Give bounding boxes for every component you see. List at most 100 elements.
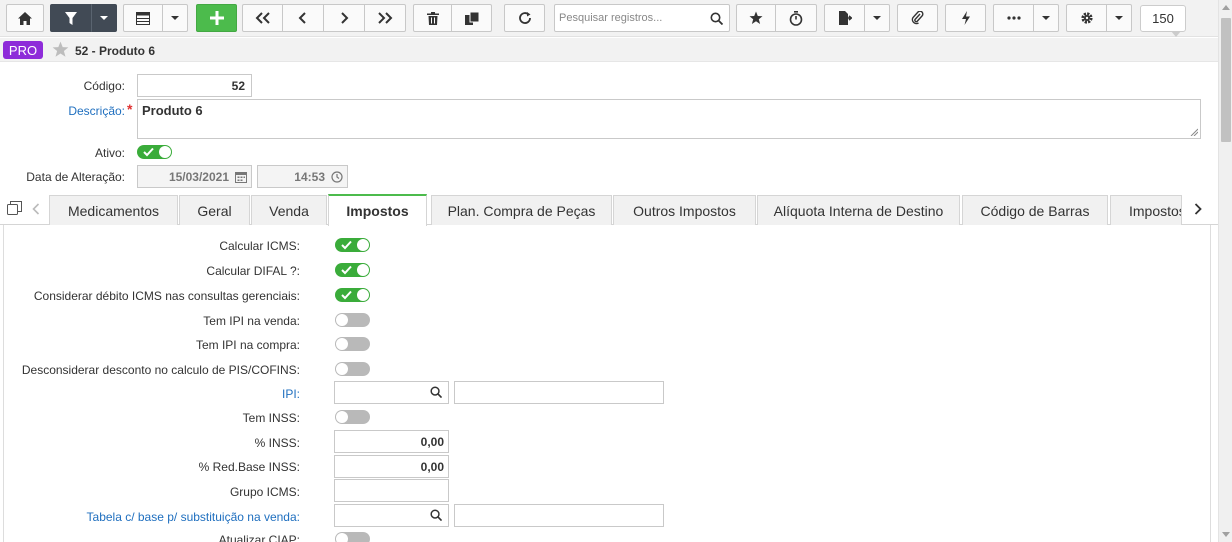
tab-scroll-right-icon[interactable]	[1194, 203, 1202, 215]
grupo-icms-field[interactable]	[334, 479, 449, 502]
settings-dropdown-button[interactable]	[1107, 4, 1132, 32]
tab-outros-impostos[interactable]: Outros Impostos	[613, 195, 756, 225]
settings-button[interactable]	[1066, 4, 1107, 32]
scroll-up-arrow-icon[interactable]	[1222, 5, 1230, 10]
tab-geral[interactable]: Geral	[179, 195, 250, 225]
favorite-star-icon[interactable]	[52, 41, 69, 58]
tab-impostos[interactable]: Impostos	[328, 194, 427, 226]
more-options-button[interactable]	[993, 4, 1034, 32]
tab-medicamentos[interactable]: Medicamentos	[49, 195, 178, 225]
toolbar: 150	[0, 0, 1218, 37]
tab-codigo-barras[interactable]: Código de Barras	[962, 195, 1108, 225]
export-button[interactable]	[824, 4, 865, 32]
tabela-base-substituicao-label[interactable]: Tabela c/ base p/ substituição na venda:	[87, 510, 300, 524]
home-button[interactable]	[6, 4, 44, 32]
calcular-difal-toggle[interactable]	[335, 263, 370, 277]
pct-inss-value: 0,00	[420, 435, 444, 449]
more-options-dropdown-button[interactable]	[1034, 4, 1059, 32]
pct-red-base-inss-field[interactable]: 0,00	[334, 455, 449, 478]
data-alteracao-date-value: 15/03/2021	[168, 170, 229, 184]
previous-record-button[interactable]	[283, 4, 324, 32]
pct-inss-field[interactable]: 0,00	[334, 430, 449, 453]
module-badge: PRO	[3, 41, 43, 59]
attachments-button[interactable]	[897, 4, 938, 32]
tab-scroll-left-icon[interactable]	[32, 203, 40, 215]
ipi-lookup-field[interactable]	[334, 381, 449, 404]
tem-ipi-venda-toggle[interactable]	[335, 313, 370, 327]
search-icon[interactable]	[710, 12, 723, 25]
refresh-icon	[518, 12, 531, 24]
calcular-icms-toggle[interactable]	[335, 238, 370, 252]
atualizar-ciap-toggle[interactable]	[335, 532, 370, 542]
actions-button[interactable]	[945, 4, 986, 32]
chevron-down-icon	[873, 16, 881, 20]
lightning-icon	[961, 11, 970, 25]
codigo-field[interactable]: 52	[137, 74, 252, 97]
descricao-value: Produto 6	[142, 103, 203, 118]
trash-icon	[426, 11, 439, 25]
clock-icon	[331, 171, 343, 183]
timer-button[interactable]	[776, 4, 817, 32]
favorite-button[interactable]	[736, 4, 776, 32]
tab-impostos-overflow[interactable]: Impostos	[1110, 195, 1182, 225]
view-mode-dropdown-button[interactable]	[163, 4, 188, 32]
first-record-button[interactable]	[242, 4, 283, 32]
search-icon[interactable]	[430, 386, 442, 398]
tabela-base-substituicao-description-field[interactable]	[454, 504, 664, 527]
check-icon	[341, 265, 352, 275]
export-dropdown-button[interactable]	[865, 4, 890, 32]
required-asterisk: *	[127, 101, 133, 117]
calcular-difal-label: Calcular DIFAL ?:	[206, 264, 300, 278]
delete-button[interactable]	[413, 4, 452, 32]
refresh-button[interactable]	[504, 4, 545, 32]
check-icon	[143, 147, 154, 157]
search-input[interactable]	[555, 5, 703, 31]
record-header: PRO 52 - Produto 6	[0, 38, 1218, 62]
tabela-base-substituicao-lookup-field[interactable]	[334, 504, 449, 527]
considerar-debito-toggle[interactable]	[335, 288, 370, 302]
descricao-label[interactable]: Descrição:	[20, 104, 125, 118]
atualizar-ciap-label: Atualizar CIAP:	[218, 533, 300, 542]
ativo-label: Ativo:	[94, 146, 125, 160]
ipi-description-field[interactable]	[454, 381, 664, 404]
pct-red-base-inss-label: % Red.Base INSS:	[198, 460, 300, 474]
filter-dropdown-button[interactable]	[91, 4, 117, 32]
toggle-knob	[336, 314, 348, 326]
calendar-icon	[235, 172, 247, 183]
home-icon	[18, 11, 32, 25]
tab-venda[interactable]: Venda	[251, 195, 327, 225]
scrollbar-thumb[interactable]	[1221, 18, 1231, 142]
chevron-left-icon	[298, 12, 306, 24]
grupo-icms-label: Grupo ICMS:	[229, 485, 300, 499]
data-alteracao-time-value: 14:53	[294, 170, 325, 184]
tab-aliquota-interna-destino[interactable]: Alíquota Interna de Destino	[757, 195, 960, 225]
vertical-scrollbar[interactable]	[1218, 0, 1232, 542]
tab-plan-compra-pecas[interactable]: Plan. Compra de Peças	[431, 195, 612, 225]
resize-handle-icon[interactable]	[1190, 128, 1198, 136]
add-record-button[interactable]	[196, 4, 237, 32]
duplicate-button[interactable]	[452, 4, 492, 32]
ipi-label[interactable]: IPI:	[282, 387, 300, 401]
tabs-overview-icon[interactable]	[7, 201, 22, 216]
search-icon[interactable]	[430, 509, 442, 521]
desconsiderar-desconto-toggle[interactable]	[335, 362, 370, 376]
last-record-button[interactable]	[365, 4, 406, 32]
ellipsis-icon	[1006, 16, 1021, 20]
record-count: 150	[1140, 5, 1186, 37]
toggle-knob	[336, 338, 348, 350]
data-alteracao-date-field: 15/03/2021	[137, 165, 252, 188]
impostos-panel: Calcular ICMS: Calcular DIFAL ?: Conside…	[3, 225, 1211, 542]
descricao-textarea[interactable]: Produto 6	[137, 99, 1201, 139]
tab-bar: Medicamentos Geral Venda Impostos Plan. …	[0, 193, 1218, 226]
scroll-down-arrow-icon[interactable]	[1222, 532, 1230, 537]
tem-inss-toggle[interactable]	[335, 410, 370, 424]
toggle-knob	[336, 363, 348, 375]
view-mode-button[interactable]	[123, 4, 163, 32]
chevron-right-icon	[341, 12, 349, 24]
tem-ipi-compra-toggle[interactable]	[335, 337, 370, 351]
check-icon	[341, 240, 352, 250]
ativo-toggle[interactable]	[137, 145, 172, 159]
toggle-knob	[357, 264, 369, 276]
filter-button[interactable]	[50, 4, 91, 32]
next-record-button[interactable]	[324, 4, 365, 32]
